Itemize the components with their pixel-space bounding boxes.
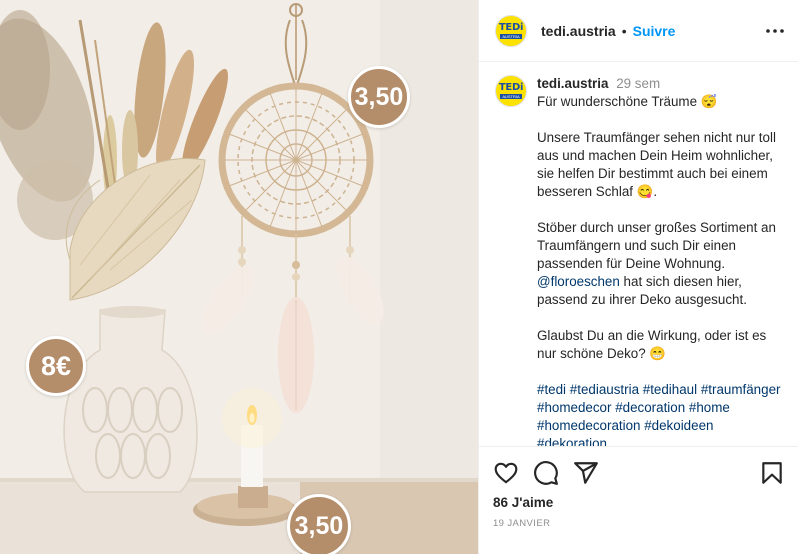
hashtag-link[interactable]: #tedihaul: [643, 382, 697, 397]
caption-paragraph-4: Glaubst Du an die Wirkung, oder ist es n…: [537, 328, 767, 361]
heart-icon[interactable]: [493, 460, 519, 486]
hashtag-link[interactable]: #tedi: [537, 382, 566, 397]
hashtag-link[interactable]: #decoration: [615, 400, 685, 415]
logo-subtext: AUSTRIA: [500, 94, 522, 99]
header-username[interactable]: tedi.austria: [541, 23, 616, 39]
logo-text: TEDi: [498, 82, 524, 93]
caption-paragraph-3-text-a: Stöber durch unser großes Sortiment an T…: [537, 220, 776, 271]
hashtag-link[interactable]: #home: [689, 400, 730, 415]
hashtag-link[interactable]: #dekoideen: [644, 418, 713, 433]
logo-subtext: AUSTRIA: [500, 33, 522, 39]
hashtag-link[interactable]: #homedecoration: [537, 418, 640, 433]
price-tag-candle-holder: 3,50: [287, 494, 351, 554]
action-row: [493, 447, 785, 499]
comment-icon[interactable]: [533, 460, 559, 486]
hashtag-link[interactable]: #traumfänger: [701, 382, 781, 397]
hashtag-list: #tedi #tediaustria #tedihaul #traumfänge…: [537, 381, 783, 446]
price-tag-dreamcatcher: 3,50: [348, 66, 410, 128]
hashtag-link[interactable]: #tediaustria: [570, 382, 639, 397]
follow-button[interactable]: Suivre: [633, 23, 676, 39]
post-photo[interactable]: 3,50 8€ 3,50: [0, 0, 478, 554]
caption-paragraph-2: Unsere Traumfänger sehen nicht nur toll …: [537, 130, 776, 199]
logo-text: TEDi: [498, 21, 524, 33]
post-date[interactable]: 19 JANVIER: [493, 518, 785, 529]
post-side-panel: TEDi AUSTRIA tedi.austria • Suivre TEDi …: [478, 0, 798, 554]
avatar[interactable]: TEDi AUSTRIA: [495, 14, 527, 47]
price-tag-vase: 8€: [26, 336, 86, 396]
caption-area[interactable]: TEDi AUSTRIA tedi.austria 29 sem Für wun…: [479, 62, 798, 446]
caption-text: tedi.austria 29 sem Für wunderschöne Trä…: [537, 75, 783, 446]
post-actions: 86 J'aime 19 JANVIER: [479, 446, 798, 554]
caption-paragraph-3: Stöber durch unser großes Sortiment an T…: [537, 219, 783, 309]
header-separator: •: [621, 22, 627, 39]
likes-count[interactable]: 86 J'aime: [493, 495, 785, 510]
mention-link[interactable]: @floroeschen: [537, 274, 620, 289]
caption-line1: Für wunderschöne Träume 😴: [537, 94, 718, 109]
caption-header: tedi.austria 29 sem: [537, 75, 783, 93]
post-header: TEDi AUSTRIA tedi.austria • Suivre: [479, 0, 798, 62]
bookmark-icon[interactable]: [759, 460, 785, 486]
more-options-icon[interactable]: [765, 22, 785, 40]
hashtag-link[interactable]: #dekoration: [537, 436, 607, 446]
caption-avatar[interactable]: TEDi AUSTRIA: [495, 75, 527, 107]
hashtag-link[interactable]: #homedecor: [537, 400, 611, 415]
caption-time[interactable]: 29 sem: [616, 76, 660, 91]
caption-username[interactable]: tedi.austria: [537, 76, 608, 91]
share-icon[interactable]: [573, 460, 599, 486]
